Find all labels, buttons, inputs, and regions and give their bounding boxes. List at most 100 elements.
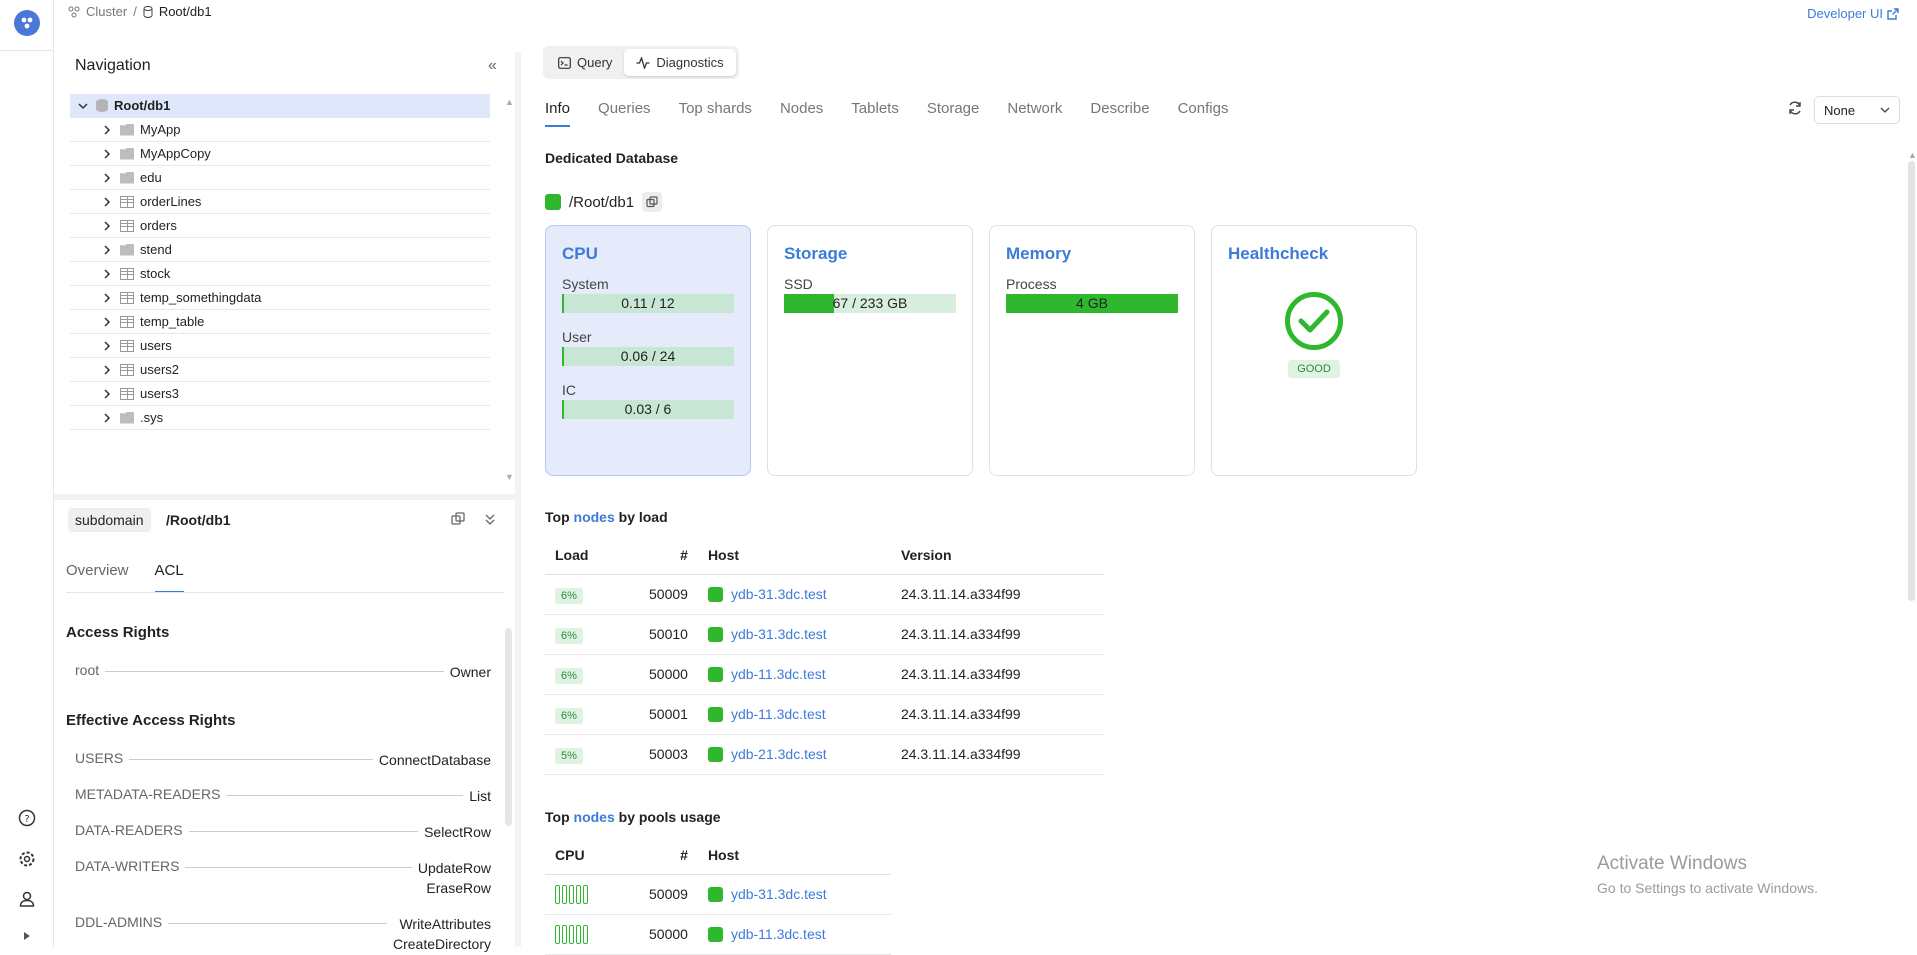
tree-item-label[interactable]: users3 — [140, 386, 179, 401]
help-icon[interactable]: ? — [14, 805, 40, 831]
query-mode-button[interactable]: Query — [546, 49, 624, 76]
tab-configs[interactable]: Configs — [1178, 100, 1229, 127]
tree-root-label[interactable]: Root/db1 — [114, 98, 170, 113]
tab-network[interactable]: Network — [1007, 100, 1062, 127]
chevron-right-icon[interactable] — [100, 123, 114, 137]
developer-ui-label[interactable]: Developer UI — [1807, 6, 1883, 21]
host-link[interactable]: ydb-31.3dc.test — [731, 886, 827, 902]
collapse-navigation-icon[interactable]: « — [488, 57, 497, 75]
memory-card[interactable]: Memory Process 4 GB — [989, 225, 1195, 476]
host-link[interactable]: ydb-31.3dc.test — [731, 626, 827, 642]
chevron-right-icon[interactable] — [100, 291, 114, 305]
col-version[interactable]: Version — [890, 536, 1104, 575]
ydb-logo-icon[interactable] — [14, 10, 40, 36]
tree-item-myappcopy[interactable]: MyAppCopy — [70, 142, 490, 166]
panel-resizer[interactable] — [515, 52, 521, 947]
pane-resizer[interactable] — [54, 494, 515, 500]
storage-card[interactable]: Storage SSD 67 / 233 GB — [767, 225, 973, 476]
tree-item-label[interactable]: orders — [140, 218, 177, 233]
tab-nodes[interactable]: Nodes — [780, 100, 823, 127]
chevron-right-icon[interactable] — [100, 363, 114, 377]
chevron-right-icon[interactable] — [100, 267, 114, 281]
user-account-icon[interactable] — [14, 886, 40, 912]
tree-item-users3[interactable]: users3 — [70, 382, 490, 406]
copy-path-icon[interactable] — [451, 512, 465, 529]
chevron-right-icon[interactable] — [100, 195, 114, 209]
chevron-right-icon[interactable] — [100, 171, 114, 185]
tree-scroll-down-icon[interactable]: ▼ — [505, 472, 514, 482]
tree-root-row[interactable]: Root/db1 — [70, 94, 490, 118]
host-link[interactable]: ydb-11.3dc.test — [731, 666, 826, 682]
tree-item-orderlines[interactable]: orderLines — [70, 190, 490, 214]
tree-item-users2[interactable]: users2 — [70, 358, 490, 382]
col-cpu[interactable]: CPU — [545, 836, 639, 875]
main-scrollbar[interactable] — [1908, 161, 1915, 601]
tab-storage[interactable]: Storage — [927, 100, 980, 127]
tree-item-label[interactable]: users2 — [140, 362, 179, 377]
chevron-right-icon[interactable] — [100, 387, 114, 401]
refresh-icon[interactable] — [1787, 100, 1803, 119]
tree-item-label[interactable]: temp_table — [140, 314, 204, 329]
table-row[interactable]: 50009 ydb-31.3dc.test — [545, 874, 891, 915]
table-row[interactable]: 5% 50003 ydb-21.3dc.test 24.3.11.14.a334f99 — [545, 734, 1104, 775]
col-host[interactable]: Host — [697, 836, 891, 875]
expand-aside-icon[interactable] — [14, 926, 40, 946]
main-scroll-up-icon[interactable]: ▲ — [1908, 150, 1917, 160]
chevron-right-icon[interactable] — [100, 219, 114, 233]
tab-tablets[interactable]: Tablets — [851, 100, 899, 127]
tree-item-label[interactable]: stock — [140, 266, 170, 281]
tree-item-stend[interactable]: stend — [70, 238, 490, 262]
tree-item-label[interactable]: edu — [140, 170, 162, 185]
diagnostics-mode-label[interactable]: Diagnostics — [656, 55, 723, 70]
tree-item-stock[interactable]: stock — [70, 262, 490, 286]
tree-item-edu[interactable]: edu — [70, 166, 490, 190]
collapse-info-icon[interactable] — [484, 512, 496, 529]
breadcrumb-cluster[interactable]: Cluster — [86, 4, 127, 19]
col-host[interactable]: Host — [697, 536, 891, 575]
host-link[interactable]: ydb-11.3dc.test — [731, 706, 826, 722]
top-pools-nodes-link[interactable]: nodes — [574, 809, 615, 825]
copy-path-button[interactable] — [642, 192, 663, 212]
tree-scroll-up-icon[interactable]: ▲ — [505, 97, 514, 107]
chevron-right-icon[interactable] — [100, 315, 114, 329]
tree-item-temptable[interactable]: temp_table — [70, 310, 490, 334]
host-link[interactable]: ydb-21.3dc.test — [731, 746, 827, 762]
tab-describe[interactable]: Describe — [1090, 100, 1149, 127]
autorefresh-select[interactable]: None — [1814, 96, 1900, 124]
tab-acl[interactable]: ACL — [154, 562, 184, 593]
query-mode-label[interactable]: Query — [577, 55, 612, 70]
tab-info[interactable]: Info — [545, 100, 571, 127]
tree-item-label[interactable]: MyAppCopy — [140, 146, 211, 161]
tree-item-label[interactable]: stend — [140, 242, 172, 257]
tree-item-tempsomethingdata[interactable]: temp_somethingdata — [70, 286, 490, 310]
tab-overview[interactable]: Overview — [66, 562, 129, 593]
tab-top-shards[interactable]: Top shards — [679, 100, 752, 127]
table-row[interactable]: 6% 50010 ydb-31.3dc.test 24.3.11.14.a334f99 — [545, 614, 1104, 655]
developer-ui-link[interactable]: Developer UI — [1807, 6, 1899, 21]
settings-gear-icon[interactable] — [14, 846, 40, 872]
col-id[interactable]: # — [639, 536, 698, 575]
host-link[interactable]: ydb-11.3dc.test — [731, 926, 826, 942]
tree-item-sys[interactable]: .sys — [70, 406, 490, 430]
chevron-right-icon[interactable] — [100, 243, 114, 257]
tree-item-users[interactable]: users — [70, 334, 490, 358]
col-id[interactable]: # — [639, 836, 698, 875]
table-row[interactable]: 6% 50000 ydb-11.3dc.test 24.3.11.14.a334f99 — [545, 654, 1104, 695]
table-row[interactable]: 6% 50009 ydb-31.3dc.test 24.3.11.14.a334f99 — [545, 574, 1104, 615]
tab-queries[interactable]: Queries — [598, 100, 651, 127]
table-row[interactable]: 6% 50001 ydb-11.3dc.test 24.3.11.14.a334f99 — [545, 694, 1104, 735]
diagnostics-mode-button[interactable]: Diagnostics — [624, 49, 736, 76]
cpu-card[interactable]: CPU System 0.11 / 12 User 0.06 / 24 IC 0.03 /… — [545, 225, 751, 476]
tree-item-myapp[interactable]: MyApp — [70, 118, 490, 142]
tree-item-label[interactable]: .sys — [140, 410, 163, 425]
chevron-right-icon[interactable] — [100, 147, 114, 161]
chevron-right-icon[interactable] — [100, 339, 114, 353]
acl-scrollbar[interactable] — [505, 628, 512, 826]
chevron-right-icon[interactable] — [100, 411, 114, 425]
tree-item-label[interactable]: users — [140, 338, 172, 353]
tree-item-orders[interactable]: orders — [70, 214, 490, 238]
tree-item-label[interactable]: orderLines — [140, 194, 201, 209]
host-link[interactable]: ydb-31.3dc.test — [731, 586, 827, 602]
healthcheck-card[interactable]: Healthcheck GOOD — [1211, 225, 1417, 476]
tree-item-label[interactable]: MyApp — [140, 122, 180, 137]
